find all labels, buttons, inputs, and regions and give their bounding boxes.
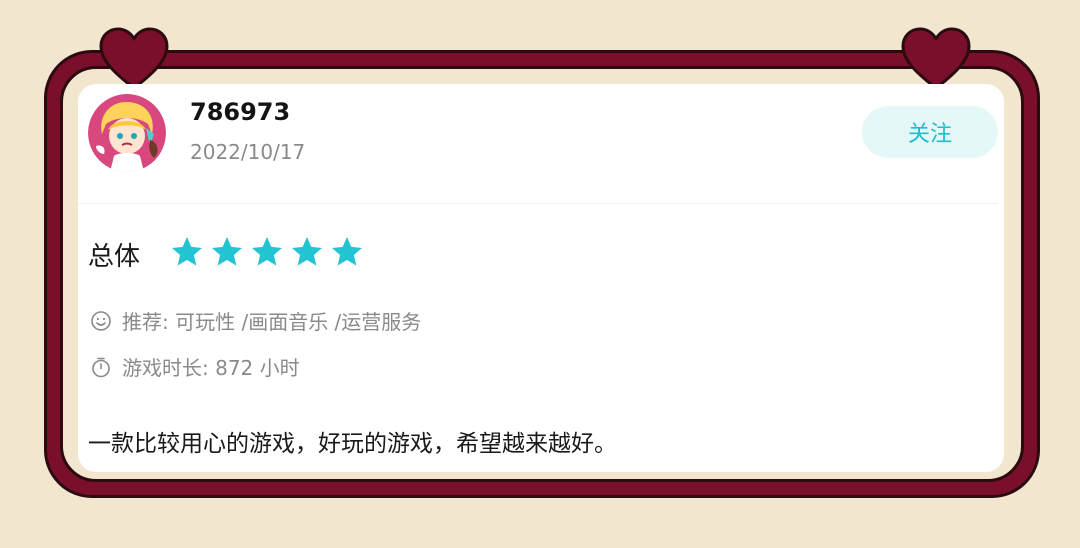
review-card: 786973 2022/10/17 关注 总体 推荐: 可玩性 /画面音乐 /运… bbox=[78, 84, 1004, 472]
star-icon bbox=[252, 237, 282, 266]
post-date: 2022/10/17 bbox=[190, 140, 306, 164]
avatar[interactable] bbox=[88, 94, 166, 172]
playtime-row: 游戏时长: 872 小时 bbox=[90, 352, 300, 381]
divider bbox=[78, 203, 998, 204]
heart-icon bbox=[901, 27, 971, 90]
avatar-illustration bbox=[88, 94, 166, 172]
star-rating bbox=[168, 234, 366, 270]
star-icon bbox=[172, 237, 202, 266]
review-text: 一款比较用心的游戏，好玩的游戏，希望越来越好。 bbox=[88, 431, 617, 457]
heart-icon bbox=[99, 27, 169, 90]
recommend-row: 推荐: 可玩性 /画面音乐 /运营服务 bbox=[90, 306, 421, 335]
follow-button[interactable]: 关注 bbox=[862, 106, 998, 158]
stopwatch-icon bbox=[92, 357, 110, 377]
username[interactable]: 786973 bbox=[190, 98, 290, 126]
rating-label: 总体 bbox=[88, 242, 141, 272]
recommend-text: 推荐: 可玩性 /画面音乐 /运营服务 bbox=[122, 310, 422, 334]
star-icon bbox=[292, 237, 322, 266]
star-icon bbox=[212, 237, 242, 266]
star-icon bbox=[332, 237, 362, 266]
playtime-text: 游戏时长: 872 小时 bbox=[122, 356, 300, 380]
smiley-icon bbox=[91, 310, 111, 331]
